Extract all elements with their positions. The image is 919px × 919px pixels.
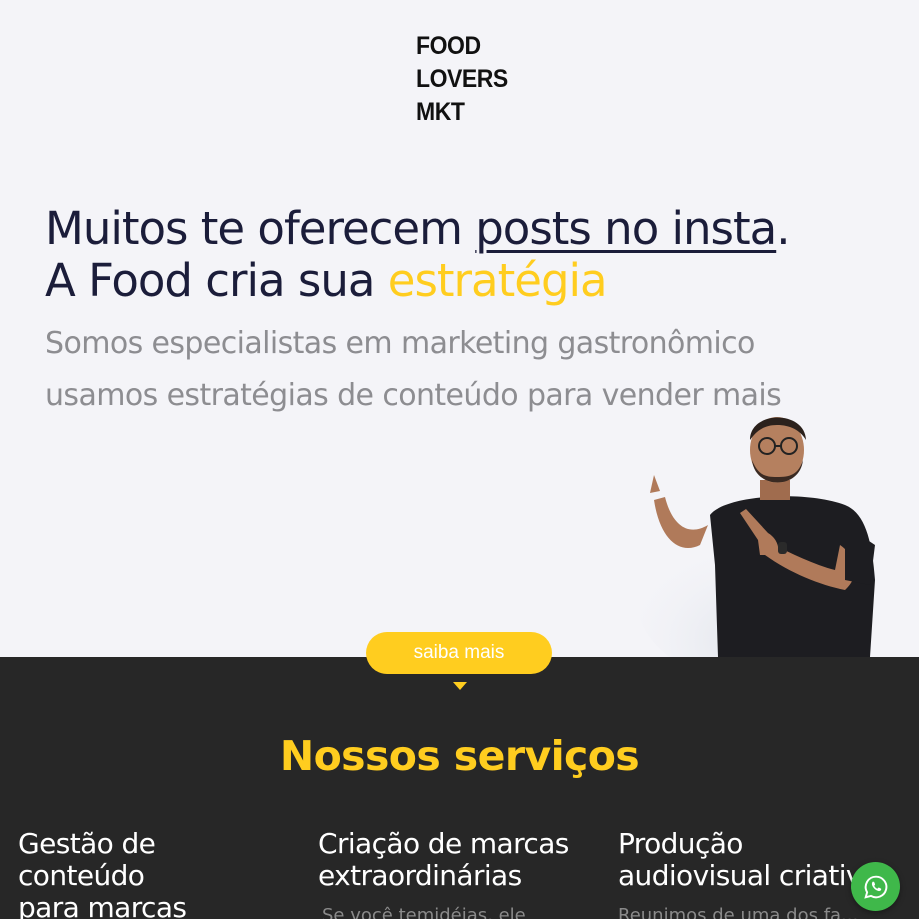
logo-line-1: FOOD (416, 32, 481, 60)
brand-logo[interactable]: FOOD LOVERS MKT (416, 30, 508, 129)
caret-down-icon (453, 682, 467, 690)
hero-headline: Muitos te oferecem posts no insta. A Foo… (45, 202, 791, 307)
headline-accent: estratégia (387, 254, 608, 307)
subtitle-line-1: Somos especialistas em marketing gastron… (45, 326, 755, 361)
service-desc-marcas: Se você temidéias, ele (322, 905, 526, 919)
presenter-photo (640, 417, 885, 657)
whatsapp-button[interactable] (851, 862, 900, 911)
headline-line2: A Food cria sua (45, 254, 388, 307)
headline-period: . (776, 202, 790, 255)
whatsapp-icon (863, 875, 887, 899)
hero-section: FOOD LOVERS MKT Muitos te oferecem posts… (0, 0, 919, 657)
headline-underlined: posts no insta (475, 202, 777, 255)
services-title: Nossos serviços (279, 732, 640, 780)
logo-line-3: MKT (416, 98, 465, 126)
service-title-gestao[interactable]: Gestão de conteúdo para marcas (18, 828, 288, 919)
service-desc-audiovisual: Reunimos de uma dos fa... (618, 905, 859, 919)
logo-line-2: LOVERS (416, 65, 508, 93)
headline-text: Muitos te oferecem (45, 202, 476, 255)
saiba-mais-button[interactable]: saiba mais (366, 632, 552, 674)
service-title-marcas[interactable]: Criação de marcas extraordinárias (318, 828, 608, 892)
